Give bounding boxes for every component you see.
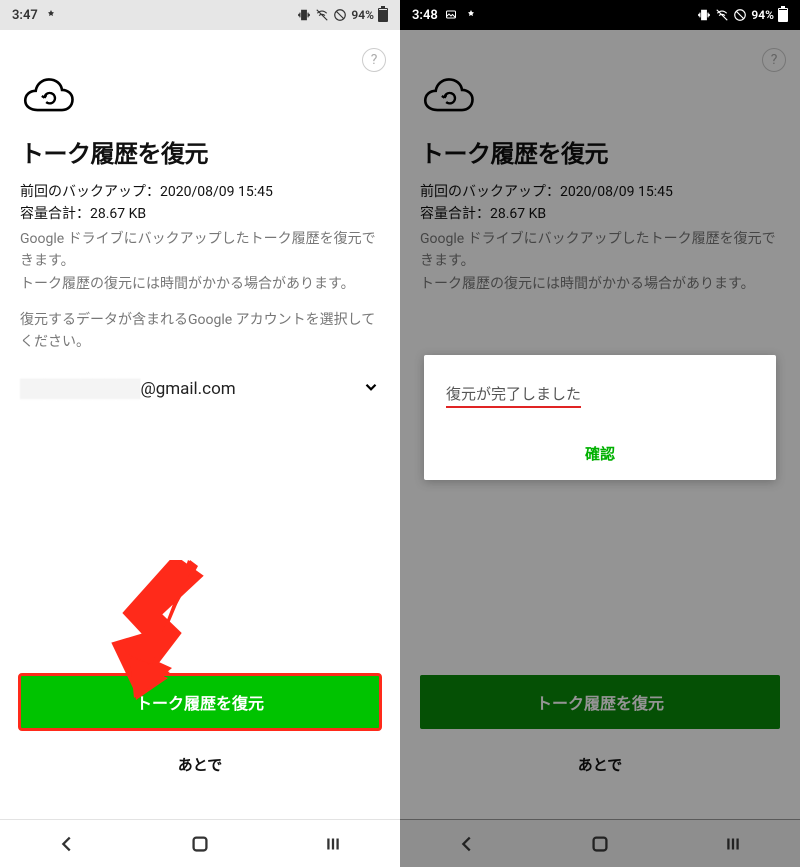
dnd-icon	[733, 8, 747, 22]
battery-pct: 94%	[351, 8, 374, 22]
status-misc-icon	[44, 8, 58, 22]
completion-dialog: 復元が完了しました 確認	[424, 355, 776, 480]
total-size: 容量合計：28.67 KB	[20, 203, 380, 225]
restore-button[interactable]: トーク履歴を復元	[20, 675, 380, 729]
content-area: ? トーク履歴を復元 前回のバックアップ：2020/08/09 15:45 容量…	[0, 30, 400, 819]
description-1: Google ドライブにバックアップしたトーク履歴を復元できます。 トーク履歴の…	[20, 228, 380, 295]
later-button[interactable]: あとで	[420, 743, 780, 785]
battery-icon	[378, 8, 388, 22]
account-email: ██████████@gmail.com	[20, 379, 236, 399]
wifi-off-icon	[315, 8, 329, 22]
restore-button[interactable]: トーク履歴を復元	[420, 675, 780, 729]
nav-bar	[400, 819, 800, 867]
status-bar: 3:48 94%	[400, 0, 800, 30]
description-2: 復元するデータが含まれるGoogle アカウントを選択してください。	[20, 309, 380, 354]
help-button[interactable]: ?	[362, 48, 386, 72]
status-time: 3:47	[12, 8, 38, 23]
cloud-sync-icon	[20, 76, 76, 116]
image-icon	[444, 8, 458, 22]
last-backup: 前回のバックアップ：2020/08/09 15:45	[420, 181, 780, 203]
chevron-down-icon	[362, 378, 380, 401]
nav-recent[interactable]	[303, 830, 363, 858]
screen-left: 3:47 94% ?	[0, 0, 400, 867]
nav-back[interactable]	[37, 830, 97, 858]
battery-icon	[778, 8, 788, 22]
wifi-off-icon	[715, 8, 729, 22]
later-button[interactable]: あとで	[20, 743, 380, 785]
description-1: Google ドライブにバックアップしたトーク履歴を復元できます。 トーク履歴の…	[420, 228, 780, 295]
vibrate-icon	[697, 8, 711, 22]
nav-back[interactable]	[437, 830, 497, 858]
nav-home[interactable]	[170, 830, 230, 858]
dnd-icon	[333, 8, 347, 22]
nav-home[interactable]	[570, 830, 630, 858]
page-title: トーク履歴を復元	[420, 134, 780, 169]
nav-bar	[0, 819, 400, 867]
last-backup: 前回のバックアップ：2020/08/09 15:45	[20, 181, 380, 203]
total-size: 容量合計：28.67 KB	[420, 203, 780, 225]
status-misc-icon	[464, 8, 478, 22]
screen-right: 3:48 94% ?	[400, 0, 800, 867]
status-time: 3:48	[412, 8, 438, 23]
cloud-sync-icon	[420, 76, 476, 116]
dialog-message: 復元が完了しました	[446, 383, 581, 408]
dialog-confirm-button[interactable]: 確認	[446, 436, 754, 480]
status-bar: 3:47 94%	[0, 0, 400, 30]
battery-pct: 94%	[751, 8, 774, 22]
help-button[interactable]: ?	[762, 48, 786, 72]
account-selector[interactable]: ██████████@gmail.com	[20, 378, 380, 401]
vibrate-icon	[297, 8, 311, 22]
nav-recent[interactable]	[703, 830, 763, 858]
page-title: トーク履歴を復元	[20, 134, 380, 169]
